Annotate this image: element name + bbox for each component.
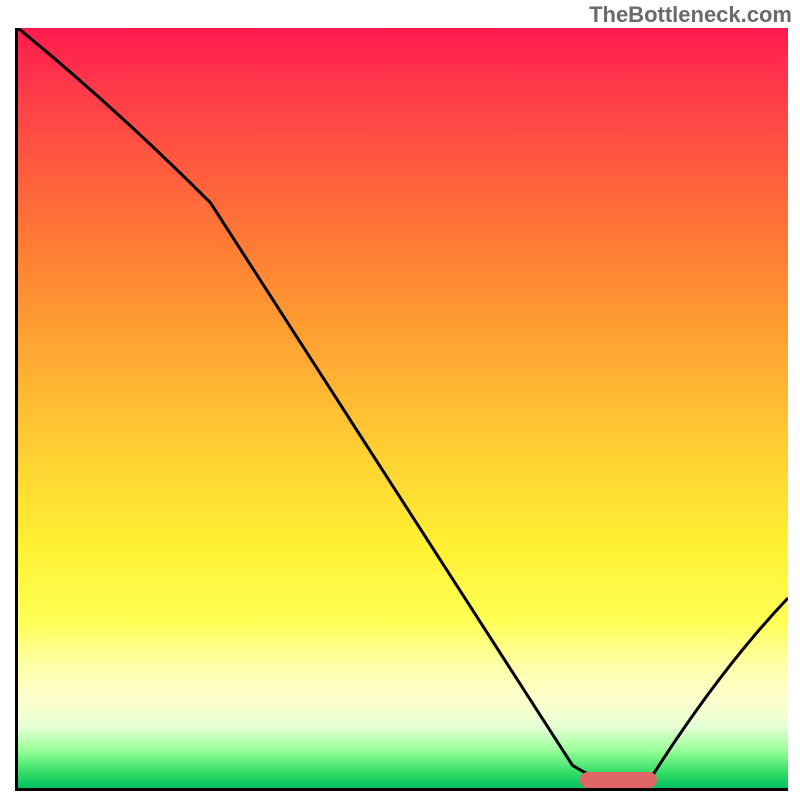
chart-container: TheBottleneck.com: [0, 0, 800, 800]
optimal-zone-marker: [580, 772, 657, 788]
watermark-text: TheBottleneck.com: [589, 2, 792, 28]
line-series: [18, 28, 788, 788]
plot-area: [15, 28, 788, 791]
bottleneck-curve-path: [18, 28, 788, 780]
